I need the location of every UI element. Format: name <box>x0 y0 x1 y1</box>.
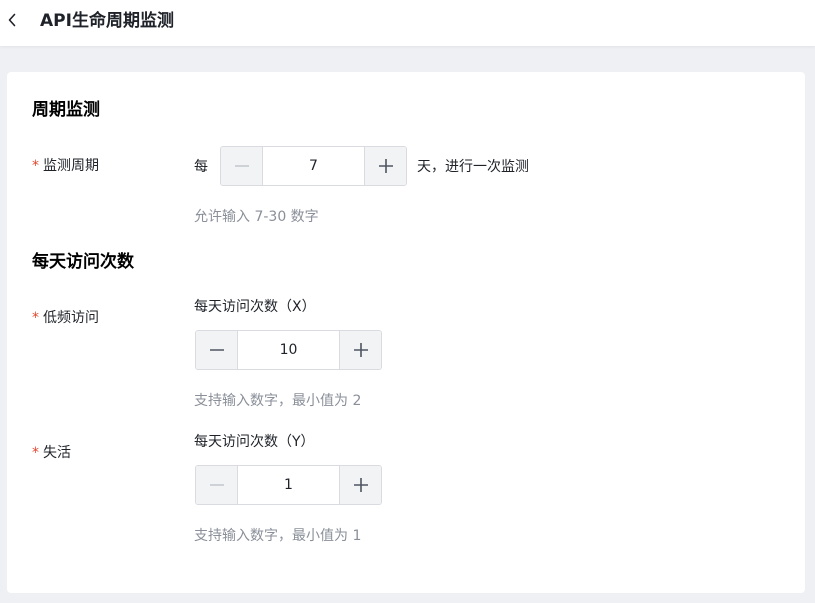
period-increment-button[interactable] <box>364 147 406 185</box>
period-hint: 允许输入 7-30 数字 <box>194 209 319 225</box>
low-freq-decrement-button[interactable] <box>196 331 238 369</box>
period-suffix-text: 天，进行一次监测 <box>417 159 529 175</box>
low-freq-value-input[interactable] <box>238 331 339 369</box>
inactive-increment-button[interactable] <box>339 466 381 504</box>
required-mark: * <box>32 310 39 326</box>
inactive-caption: 每天访问次数（Y） <box>194 434 315 450</box>
settings-card: 周期监测 *监测周期 每 天，进行一次监测 允许输入 7-30 数字 每天访问次… <box>7 72 805 593</box>
low-freq-increment-button[interactable] <box>339 331 381 369</box>
visits-section-title: 每天访问次数 <box>32 252 134 272</box>
page-title: API生命周期监测 <box>40 11 174 31</box>
plus-icon <box>378 159 393 173</box>
chevron-left-icon <box>8 13 16 27</box>
inactive-hint: 支持输入数字，最小值为 1 <box>194 528 362 544</box>
period-prefix-text: 每 <box>194 159 208 175</box>
back-button[interactable] <box>2 8 22 32</box>
monitor-period-label-text: 监测周期 <box>43 158 99 174</box>
page-header: API生命周期监测 <box>0 0 815 46</box>
low-freq-stepper <box>195 330 382 370</box>
plus-icon <box>353 478 368 492</box>
low-freq-caption: 每天访问次数（X） <box>194 299 316 315</box>
period-stepper <box>220 146 407 186</box>
required-mark: * <box>32 445 39 461</box>
low-freq-label-text: 低频访问 <box>43 310 99 326</box>
minus-icon <box>234 165 249 167</box>
minus-icon <box>209 349 224 351</box>
inactive-label-text: 失活 <box>43 445 71 461</box>
plus-icon <box>353 343 368 357</box>
period-value-input[interactable] <box>263 147 364 185</box>
required-mark: * <box>32 158 39 174</box>
inactive-decrement-button[interactable] <box>196 466 238 504</box>
low-freq-hint: 支持输入数字，最小值为 2 <box>194 393 362 409</box>
period-section-title: 周期监测 <box>32 100 100 120</box>
inactive-label: * 失活 <box>32 444 71 462</box>
period-decrement-button[interactable] <box>221 147 263 185</box>
inactive-value-input[interactable] <box>238 466 339 504</box>
minus-icon <box>209 484 224 486</box>
low-freq-label: * 低频访问 <box>32 309 99 327</box>
inactive-stepper <box>195 465 382 505</box>
monitor-period-label: * 监测周期 <box>32 157 99 175</box>
